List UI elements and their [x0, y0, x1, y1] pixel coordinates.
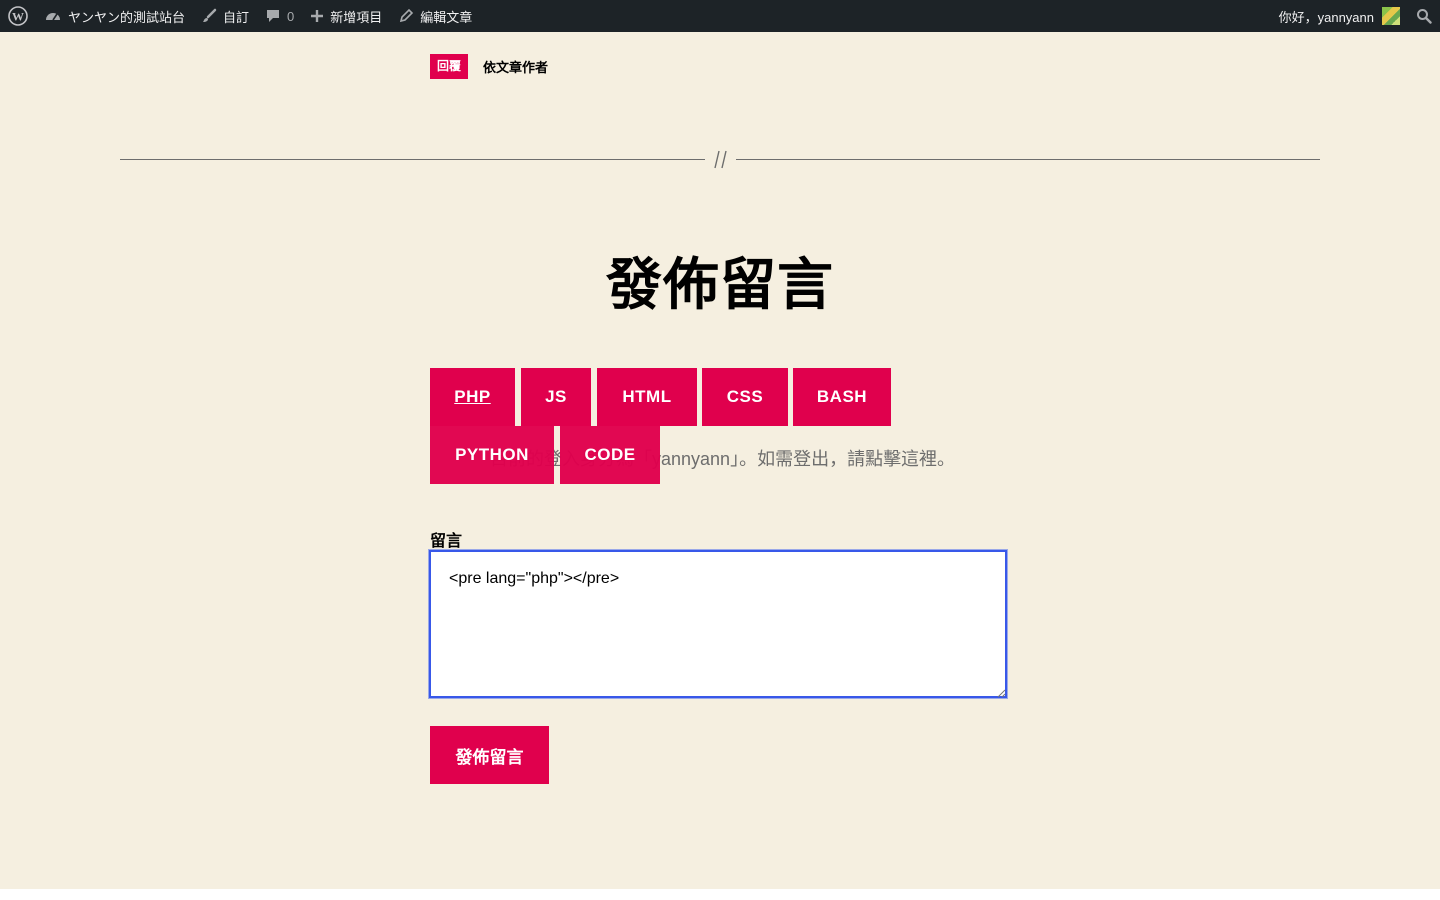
- edit-post-label: 編輯文章: [420, 9, 473, 25]
- paintbrush-icon: [201, 8, 217, 24]
- resize-handle-icon[interactable]: [996, 688, 1006, 698]
- separator-slashes-icon: [714, 150, 727, 169]
- comments-menu[interactable]: 0: [257, 0, 302, 32]
- site-name: ヤンヤン的測試站台: [68, 9, 186, 25]
- account-menu[interactable]: 你好，yannyann: [1271, 0, 1408, 32]
- submit-comment-button[interactable]: 發佈留言: [430, 726, 549, 784]
- quicktag-js-button[interactable]: JS: [521, 368, 591, 426]
- wordpress-logo-icon[interactable]: W: [0, 0, 36, 32]
- comment-form-title: 發佈留言: [606, 253, 834, 316]
- footer-edge: [0, 889, 1440, 900]
- comment-bubble-icon: [265, 8, 281, 24]
- edit-post-menu[interactable]: 編輯文章: [390, 0, 480, 32]
- quicktag-html-button[interactable]: HTML: [597, 368, 697, 426]
- reply-row: 回覆 依文章作者: [430, 54, 548, 79]
- svg-text:W: W: [12, 10, 24, 24]
- comments-count: 0: [287, 8, 295, 24]
- comment-textarea[interactable]: [429, 550, 1007, 698]
- pencil-icon: [398, 8, 414, 24]
- customize-label: 自訂: [223, 9, 250, 25]
- separator-line-left: [120, 159, 705, 160]
- quicktag-css-button[interactable]: CSS: [702, 368, 788, 426]
- quicktag-code-button[interactable]: CODE: [560, 426, 660, 484]
- avatar: [1382, 7, 1400, 25]
- search-button[interactable]: [1408, 0, 1440, 32]
- admin-bar: W ヤンヤン的測試站台 自訂 0 新增項目 編輯文章 你好，yannyann: [0, 0, 1440, 32]
- reply-link[interactable]: 回覆: [430, 54, 469, 79]
- comment-label: 留言: [430, 533, 463, 550]
- plus-icon: [310, 9, 324, 23]
- quicktag-python-button[interactable]: PYTHON: [430, 426, 554, 484]
- by-post-author-label: 依文章作者: [483, 60, 549, 75]
- new-item-menu[interactable]: 新增項目: [302, 0, 390, 32]
- customize-menu[interactable]: 自訂: [193, 0, 257, 32]
- greeting: 你好，yannyann: [1278, 9, 1374, 25]
- quicktag-php-button[interactable]: PHP: [430, 368, 515, 426]
- separator-line-right: [736, 159, 1320, 160]
- site-name-menu[interactable]: ヤンヤン的測試站台: [36, 0, 193, 32]
- new-item-label: 新增項目: [330, 9, 383, 25]
- search-icon: [1416, 8, 1432, 24]
- dashboard-icon: [44, 8, 62, 24]
- quicktag-bash-button[interactable]: BASH: [793, 368, 891, 426]
